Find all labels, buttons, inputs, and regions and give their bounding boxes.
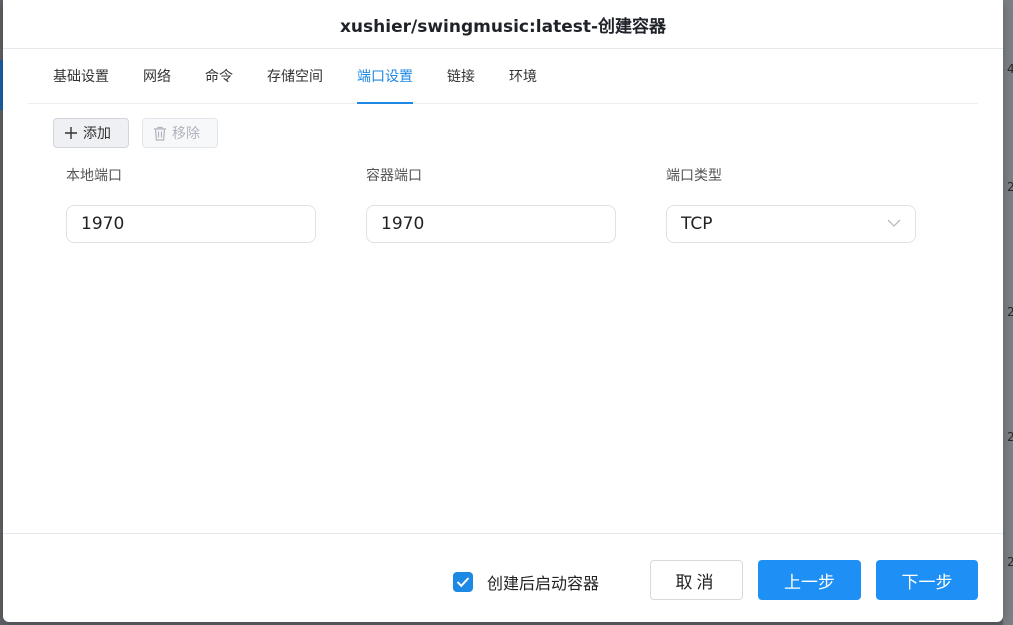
container-port-input[interactable]: 1970 (366, 205, 616, 243)
cancel-button[interactable]: 取消 (650, 560, 743, 600)
tab-bar: 基础设置 网络 命令 存储空间 端口设置 链接 环境 (28, 49, 978, 104)
tab-basic-settings[interactable]: 基础设置 (53, 48, 109, 103)
dialog-title: xushier/swingmusic:latest-创建容器 (339, 16, 667, 37)
start-after-create-label: 创建后启动容器 (487, 574, 600, 593)
tab-links[interactable]: 链接 (447, 48, 475, 103)
background-row-digit: 2 (1007, 555, 1013, 569)
dialog-footer: 创建后启动容器 取消 上一步 下一步 (3, 533, 1003, 622)
background-row-digit: 2 (1007, 305, 1013, 319)
tab-port-settings[interactable]: 端口设置 (357, 48, 413, 104)
remove-port-button[interactable]: 移除 (142, 118, 218, 148)
background-row-digit: 2 (1007, 180, 1013, 194)
start-after-create-option[interactable]: 创建后启动容器 (453, 570, 599, 594)
plus-icon (65, 127, 77, 139)
background-row-digit: 2 (1007, 430, 1013, 444)
container-port-header: 容器端口 (366, 168, 422, 184)
tab-environment[interactable]: 环境 (509, 48, 537, 103)
tab-command[interactable]: 命令 (205, 48, 233, 103)
local-port-header: 本地端口 (66, 168, 122, 184)
tab-network[interactable]: 网络 (143, 48, 171, 103)
previous-step-button[interactable]: 上一步 (758, 560, 861, 600)
dialog-header: xushier/swingmusic:latest-创建容器 (3, 0, 1003, 49)
chevron-down-icon (887, 219, 901, 227)
tab-storage[interactable]: 存储空间 (267, 48, 323, 103)
trash-icon (154, 126, 166, 141)
create-container-dialog: xushier/swingmusic:latest-创建容器 基础设置 网络 命… (3, 0, 1003, 622)
port-toolbar: 添加 移除 (53, 118, 218, 148)
remove-port-label: 移除 (172, 126, 200, 142)
port-type-value: TCP (681, 214, 713, 234)
local-port-input[interactable]: 1970 (66, 205, 316, 243)
port-type-select[interactable]: TCP (666, 205, 916, 243)
check-icon (456, 577, 470, 588)
start-after-create-checkbox[interactable] (453, 572, 473, 592)
port-type-header: 端口类型 (666, 168, 722, 184)
add-port-label: 添加 (83, 126, 111, 142)
next-step-button[interactable]: 下一步 (876, 560, 978, 600)
add-port-button[interactable]: 添加 (53, 118, 129, 148)
background-row-digit: 4 (1007, 62, 1013, 76)
